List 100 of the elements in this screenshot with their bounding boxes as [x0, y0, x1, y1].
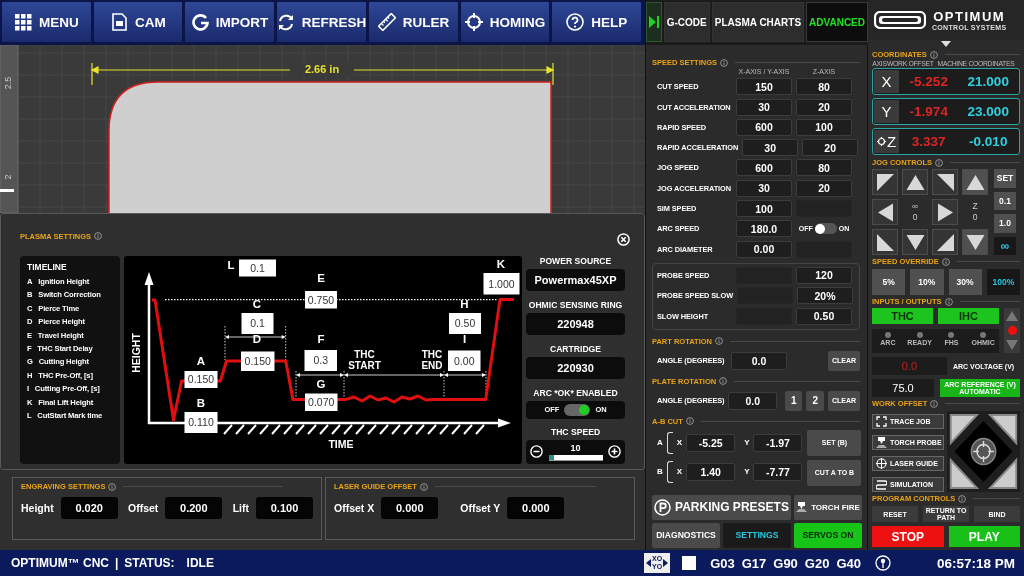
logo-name: OPTIMUM: [933, 9, 1006, 24]
down-arrow-icon[interactable]: [1006, 340, 1018, 351]
value-field[interactable]: 20: [802, 139, 859, 157]
info-icon[interactable]: [419, 482, 428, 491]
value-field[interactable]: 120: [796, 266, 852, 284]
action-button[interactable]: 2: [806, 390, 824, 411]
value-field[interactable]: 220948: [526, 312, 625, 335]
step-button[interactable]: 0.1: [994, 191, 1016, 210]
info-icon[interactable]: [94, 232, 102, 240]
minus-icon[interactable]: [530, 445, 543, 459]
info-icon[interactable]: [958, 494, 967, 503]
close-icon[interactable]: [617, 232, 630, 246]
up-arrow-icon[interactable]: [1006, 310, 1018, 321]
info-icon[interactable]: [715, 337, 723, 346]
menu-button[interactable]: REFRESH: [276, 2, 367, 42]
info-icon[interactable]: [719, 377, 728, 386]
info-icon[interactable]: [720, 58, 728, 67]
value-field[interactable]: 0.00: [448, 350, 481, 371]
stop-icon[interactable]: [682, 556, 697, 570]
value-field[interactable]: 100: [736, 200, 792, 218]
plus-icon[interactable]: [608, 445, 621, 459]
value-field[interactable]: 0.200: [165, 497, 223, 519]
info-icon[interactable]: [930, 399, 939, 408]
value-field[interactable]: 0.020: [60, 497, 118, 519]
value-field[interactable]: 0.00: [736, 240, 792, 258]
override-button[interactable]: 5%: [872, 269, 906, 295]
value-field[interactable]: 80: [796, 159, 852, 177]
nav-button[interactable]: DIAGNOSTICS: [652, 522, 720, 548]
value-field[interactable]: 600: [736, 159, 792, 177]
info-icon[interactable]: [935, 158, 943, 167]
value-field[interactable]: 80: [796, 78, 852, 96]
value-field[interactable]: Powermax45XP: [526, 269, 625, 291]
value-field[interactable]: 0.150: [184, 371, 218, 388]
override-button[interactable]: 100%: [986, 269, 1020, 295]
menu-button[interactable]: HELP: [552, 2, 641, 42]
value-field[interactable]: 30: [742, 139, 799, 157]
torch-fire-button[interactable]: TORCH FIRE: [794, 494, 862, 520]
value-field[interactable]: 20: [796, 98, 852, 116]
value-field[interactable]: 0.50: [796, 307, 852, 325]
marker-letter: D: [252, 333, 262, 345]
value-field[interactable]: 75.0: [872, 379, 934, 397]
value-field[interactable]: 30: [736, 179, 792, 197]
jog-pad-drawing[interactable]: [947, 411, 1020, 492]
menu-button[interactable]: MENU: [2, 2, 91, 42]
play-icon[interactable]: [648, 15, 659, 29]
menu-button[interactable]: IMPORT: [185, 2, 274, 42]
action-button[interactable]: 1: [784, 390, 803, 411]
value-field[interactable]: 100: [796, 118, 852, 136]
tab[interactable]: ADVANCED: [806, 2, 868, 42]
value-field[interactable]: 0.3: [304, 350, 337, 371]
nav-button[interactable]: SETTINGS: [723, 522, 791, 548]
override-button[interactable]: 30%: [948, 269, 982, 295]
io-switch[interactable]: THC: [872, 308, 933, 324]
value-field[interactable]: 0.070: [305, 393, 338, 411]
step-button[interactable]: ∞: [994, 236, 1016, 255]
stop-button[interactable]: STOP: [872, 526, 944, 547]
value-field[interactable]: 0.000: [507, 497, 565, 519]
value-field[interactable]: -1.97: [753, 433, 803, 452]
value-field[interactable]: 20: [796, 179, 852, 197]
override-button[interactable]: 10%: [910, 269, 944, 295]
value-field[interactable]: 0.1: [239, 259, 276, 277]
value-field[interactable]: 20%: [797, 287, 853, 305]
value-field[interactable]: 600: [736, 118, 792, 136]
tab[interactable]: PLASMA CHARTS: [711, 2, 805, 42]
value-field[interactable]: 0.110: [184, 412, 218, 433]
toggle-switch[interactable]: [564, 403, 591, 416]
info-icon[interactable]: [929, 50, 938, 59]
value-field[interactable]: 150: [736, 78, 792, 96]
value-field[interactable]: 220930: [526, 356, 625, 379]
step-button[interactable]: 1.0: [994, 214, 1016, 233]
tab[interactable]: G-CODE: [663, 2, 710, 42]
step-button[interactable]: SET: [994, 169, 1016, 188]
value-field[interactable]: 1.40: [686, 462, 736, 481]
menu-button[interactable]: RULER: [369, 2, 458, 42]
info-icon[interactable]: [941, 257, 950, 266]
speed-slider[interactable]: [548, 454, 603, 461]
value-field[interactable]: 0.0: [731, 351, 787, 370]
separator: |: [115, 556, 119, 570]
value-field[interactable]: 0.150: [241, 351, 275, 371]
jog-value: 0: [912, 212, 918, 223]
menu-button[interactable]: HOMING: [460, 2, 550, 42]
value-field[interactable]: -5.25: [686, 433, 736, 452]
value-field[interactable]: 30: [736, 98, 792, 116]
info-icon[interactable]: [685, 417, 694, 426]
menu-button[interactable]: CAM: [93, 2, 183, 42]
value-field[interactable]: 0.000: [381, 497, 439, 519]
value-field[interactable]: 0.50: [449, 313, 481, 334]
value-field[interactable]: 0.750: [305, 291, 337, 309]
value-field[interactable]: 0.100: [256, 497, 313, 519]
value-field[interactable]: 1.000: [483, 273, 520, 295]
info-icon[interactable]: [108, 482, 117, 491]
parking-presets-button[interactable]: PARKING PRESETS: [652, 494, 791, 520]
toggle-switch[interactable]: [814, 223, 837, 235]
info-icon[interactable]: [944, 297, 953, 306]
value-field[interactable]: -7.77: [753, 462, 803, 481]
servos-button[interactable]: SERVOS ON: [794, 522, 862, 548]
pin-icon[interactable]: [875, 555, 891, 571]
value-field[interactable]: 0.0: [728, 391, 777, 410]
io-switch[interactable]: IHC: [938, 308, 999, 324]
value-field[interactable]: 180.0: [736, 220, 792, 238]
